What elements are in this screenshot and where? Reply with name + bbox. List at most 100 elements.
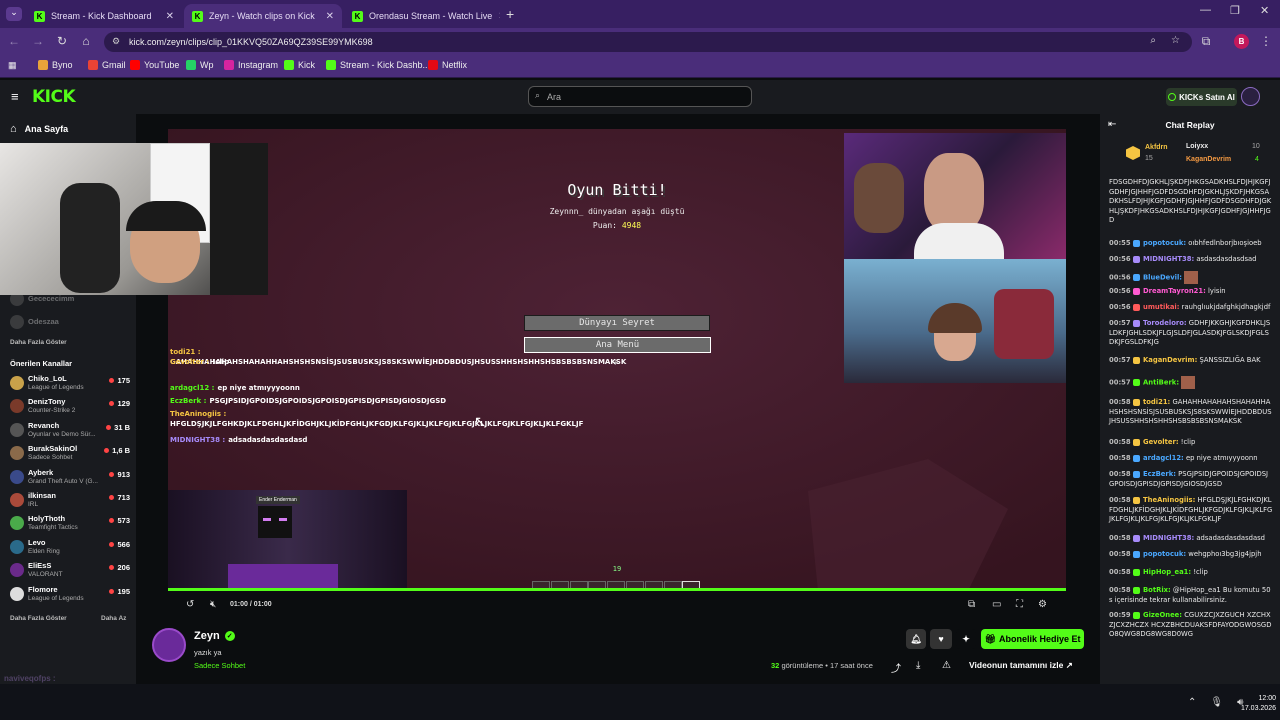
followed-channel[interactable]: Odeszaa [8,312,130,334]
chevron-up-icon[interactable]: ⌃ [1188,697,1196,708]
apps-grid-icon[interactable]: ▦ [8,60,17,71]
share-icon[interactable]: ⤴ [891,660,901,675]
chat-timestamp: 00:58 [1109,438,1131,446]
sidebar-home[interactable]: ⌂ Ana Sayfa [10,123,68,135]
sparkle-icon[interactable]: ✦ [956,629,976,649]
user-avatar[interactable] [1241,87,1260,106]
tab-search-button[interactable]: ⌄ [6,7,22,21]
chat-username[interactable]: KaganDevrim: [1143,356,1197,364]
menu-dots-icon[interactable]: ⋮ [1258,34,1274,48]
chat-username[interactable]: EczBerk: [1143,470,1176,478]
chat-username[interactable]: HipHop_ea1: [1143,568,1191,576]
chat-username[interactable]: TheAninogiis: [1143,496,1195,504]
follow-heart-icon[interactable]: ♥ [930,629,952,649]
forward-icon[interactable]: → [30,34,46,48]
recommended-channel[interactable]: Chiko_LoL League of Legends 175 [8,373,130,395]
bookmark-item[interactable]: Byno [38,60,73,70]
notification-bell-icon[interactable]: 🔔︎ [906,629,926,649]
bookmark-item[interactable]: Wp [186,60,214,70]
fullscreen-icon[interactable]: ⛶ [1016,599,1023,610]
show-more-button[interactable]: Daha Fazla Göster [10,615,67,622]
clock[interactable]: 12:00 17.03.2026 [1216,694,1276,714]
kick-logo[interactable]: KICK [32,87,76,107]
chat-username[interactable]: MIDNIGHT38: [1143,255,1194,263]
back-icon[interactable]: ← [6,34,22,48]
bookmark-item[interactable]: Stream - Kick Dashb... [326,60,430,70]
home-icon[interactable]: ⌂ [78,34,94,48]
extensions-icon[interactable]: ⧉ [1198,34,1214,49]
new-tab-button[interactable]: + [506,6,514,22]
gift-subscription-button[interactable]: 🎁︎ Abonelik Hediye Et [981,629,1084,649]
close-icon[interactable]: ✕ [498,11,500,22]
replay-icon[interactable]: ↺ [186,599,194,610]
chat-username[interactable]: todi21: [1143,398,1170,406]
tab-zeyn-clips[interactable]: K Zeyn - Watch clips on Kick ✕ [184,4,342,28]
chat-username[interactable]: DreamTayron21: [1143,287,1206,295]
tab-dashboard[interactable]: K Stream - Kick Dashboard ✕ [26,4,182,28]
maximize-icon[interactable]: ❐ [1230,4,1240,17]
hamburger-menu-icon[interactable]: ≡ [11,89,19,104]
recommended-channel[interactable]: Levo Elden Ring 566 [8,537,130,559]
recommended-channel[interactable]: Revanch Oyunlar ve Demo Sür... 31 B [8,420,130,442]
kicks-coin-icon [1168,93,1177,101]
watch-full-video-link[interactable]: Videonun tamamını izle ↗ [969,660,1073,671]
recommended-channel[interactable]: Flomore League of Legends 195 [8,584,130,606]
chat-username[interactable]: popotocuk: [1143,550,1186,558]
chat-badge-icon [1132,611,1140,619]
mute-icon[interactable]: 🔇︎ [210,599,216,610]
chat-username[interactable]: ardagcl12: [1143,454,1184,462]
site-info-icon[interactable]: ⚙ [112,36,120,47]
bookmark-star-icon[interactable]: ☆ [1171,35,1180,46]
window-close-icon[interactable]: ✕ [1260,4,1269,17]
overlay-chat-user: todi21 : [170,348,201,356]
chat-badge-icon [1132,319,1140,327]
home-icon: ⌂ [10,123,17,135]
show-more-button[interactable]: Daha Fazla Göster [10,339,67,346]
zoom-search-icon[interactable]: ⌕ [1150,35,1156,46]
download-icon[interactable]: ⤓ [916,660,920,671]
kicks-buy-button[interactable]: KICKs Satın Al [1166,88,1237,106]
chat-username[interactable]: AntiBerk: [1143,379,1179,387]
recommended-channel[interactable]: HolyThoth Teamfight Tactics 573 [8,513,130,535]
chat-username[interactable]: umutikai: [1143,303,1180,311]
tab-orendasu[interactable]: K Orendasu Stream - Watch Live ✕ [344,4,500,28]
settings-icon[interactable]: ⚙ [1038,599,1047,610]
chat-username[interactable]: Torodeloro: [1143,319,1187,327]
profile-avatar[interactable]: B [1234,34,1249,49]
main-menu-button[interactable]: Ana Menü [524,337,711,353]
video-player[interactable]: Oyun Bitti! Zeynnn_ dünyadan aşağı düştü… [168,129,1066,591]
bookmark-item[interactable]: Netflix [428,60,467,70]
chat-username[interactable]: Gevolter: [1143,438,1179,446]
search-input[interactable]: ⌕ Ara [528,86,752,107]
category-link[interactable]: Sadece Sohbet [194,661,245,670]
recommended-channel[interactable]: Ayberk Grand Theft Auto V (G... 913 [8,467,130,489]
close-icon[interactable]: ✕ [326,11,334,22]
chat-username[interactable]: GizeOnee: [1143,611,1182,619]
recommended-channel[interactable]: BurakSakinOl Sadece Sohbet 1,6 B [8,443,130,465]
close-icon[interactable]: ✕ [166,11,174,22]
channel-avatar[interactable] [152,628,186,662]
theater-mode-icon[interactable]: ▭ [992,599,1001,610]
bookmark-item[interactable]: Instagram [224,60,278,70]
url-bar[interactable]: ⚙ kick.com/zeyn/clips/clip_01KKVQ50ZA69Q… [104,32,1192,52]
chat-badge-icon [1132,438,1140,446]
channel-name-row[interactable]: Zeyn ✓ [194,630,235,642]
bookmark-item[interactable]: Gmail [88,60,126,70]
respawn-button[interactable]: Dünyayı Seyret [524,315,710,331]
reload-icon[interactable]: ↻ [54,34,70,48]
show-less-button[interactable]: Daha Az [101,615,126,622]
minimize-icon[interactable]: — [1200,4,1211,16]
recommended-channel[interactable]: EliEsS VALORANT 206 [8,560,130,582]
report-icon[interactable]: ⚠ [942,660,951,671]
chat-username[interactable]: BlueDevil: [1143,274,1182,282]
bookmark-item[interactable]: Kick [284,60,315,70]
chat-username[interactable]: BotRix: [1143,586,1171,594]
tab-label: Stream - Kick Dashboard [51,11,152,21]
chat-username[interactable]: popotocuk: [1143,239,1186,247]
bookmark-item[interactable]: YouTube [130,60,179,70]
chat-username[interactable]: MIDNIGHT38: [1143,534,1194,542]
recommended-channel[interactable]: ilkinsan IRL 713 [8,490,130,512]
recommended-channel[interactable]: DenizTony Counter-Strike 2 129 [8,396,130,418]
chat-timestamp: 00:58 [1109,454,1131,462]
pip-icon[interactable]: ⧉ [968,599,975,610]
